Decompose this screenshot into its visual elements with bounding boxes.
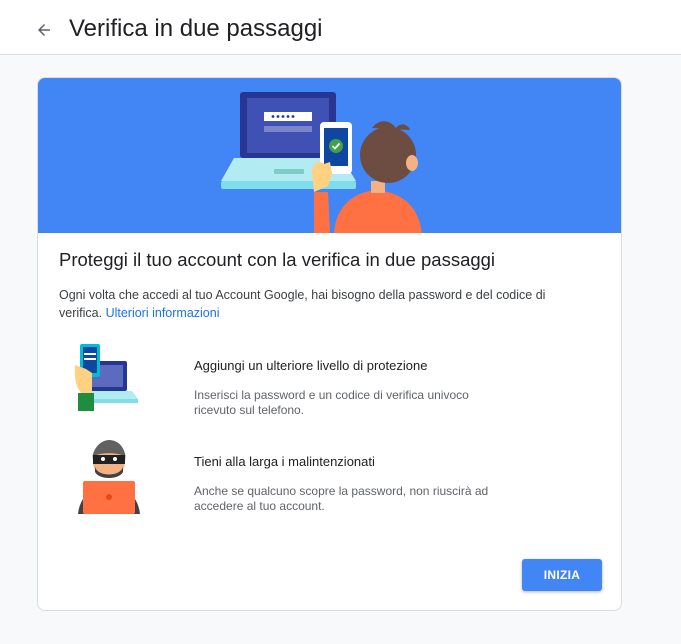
learn-more-link[interactable]: Ulteriori informazioni (106, 306, 220, 320)
hero-banner (38, 78, 621, 233)
phone-laptop-illustration (74, 344, 138, 411)
feature-2-image (76, 438, 142, 519)
two-step-card: Proteggi il tuo account con la verifica … (37, 77, 622, 611)
card-heading: Proteggi il tuo account con la verifica … (59, 249, 496, 270)
feature-2-description: Anche se qualcuno scopre la password, no… (194, 484, 489, 513)
hacker-illustration (78, 440, 140, 514)
feature-1-image (70, 343, 140, 420)
start-button[interactable]: INIZIA (522, 559, 602, 591)
back-button[interactable] (30, 16, 58, 44)
feature-1-description: Inserisci la password e un codice di ver… (194, 388, 469, 417)
arrow-back-icon (38, 24, 50, 36)
feature-1-title: Aggiungi un ulteriore livello di protezi… (194, 358, 428, 373)
feature-2-title: Tieni alla larga i malintenzionati (194, 454, 375, 469)
top-app-bar: Verifica in due passaggi (0, 0, 681, 55)
hero-illustration (221, 92, 422, 233)
intro-text: Ogni volta che accedi al tuo Account Goo… (59, 286, 589, 322)
page-title: Verifica in due passaggi (69, 15, 323, 42)
